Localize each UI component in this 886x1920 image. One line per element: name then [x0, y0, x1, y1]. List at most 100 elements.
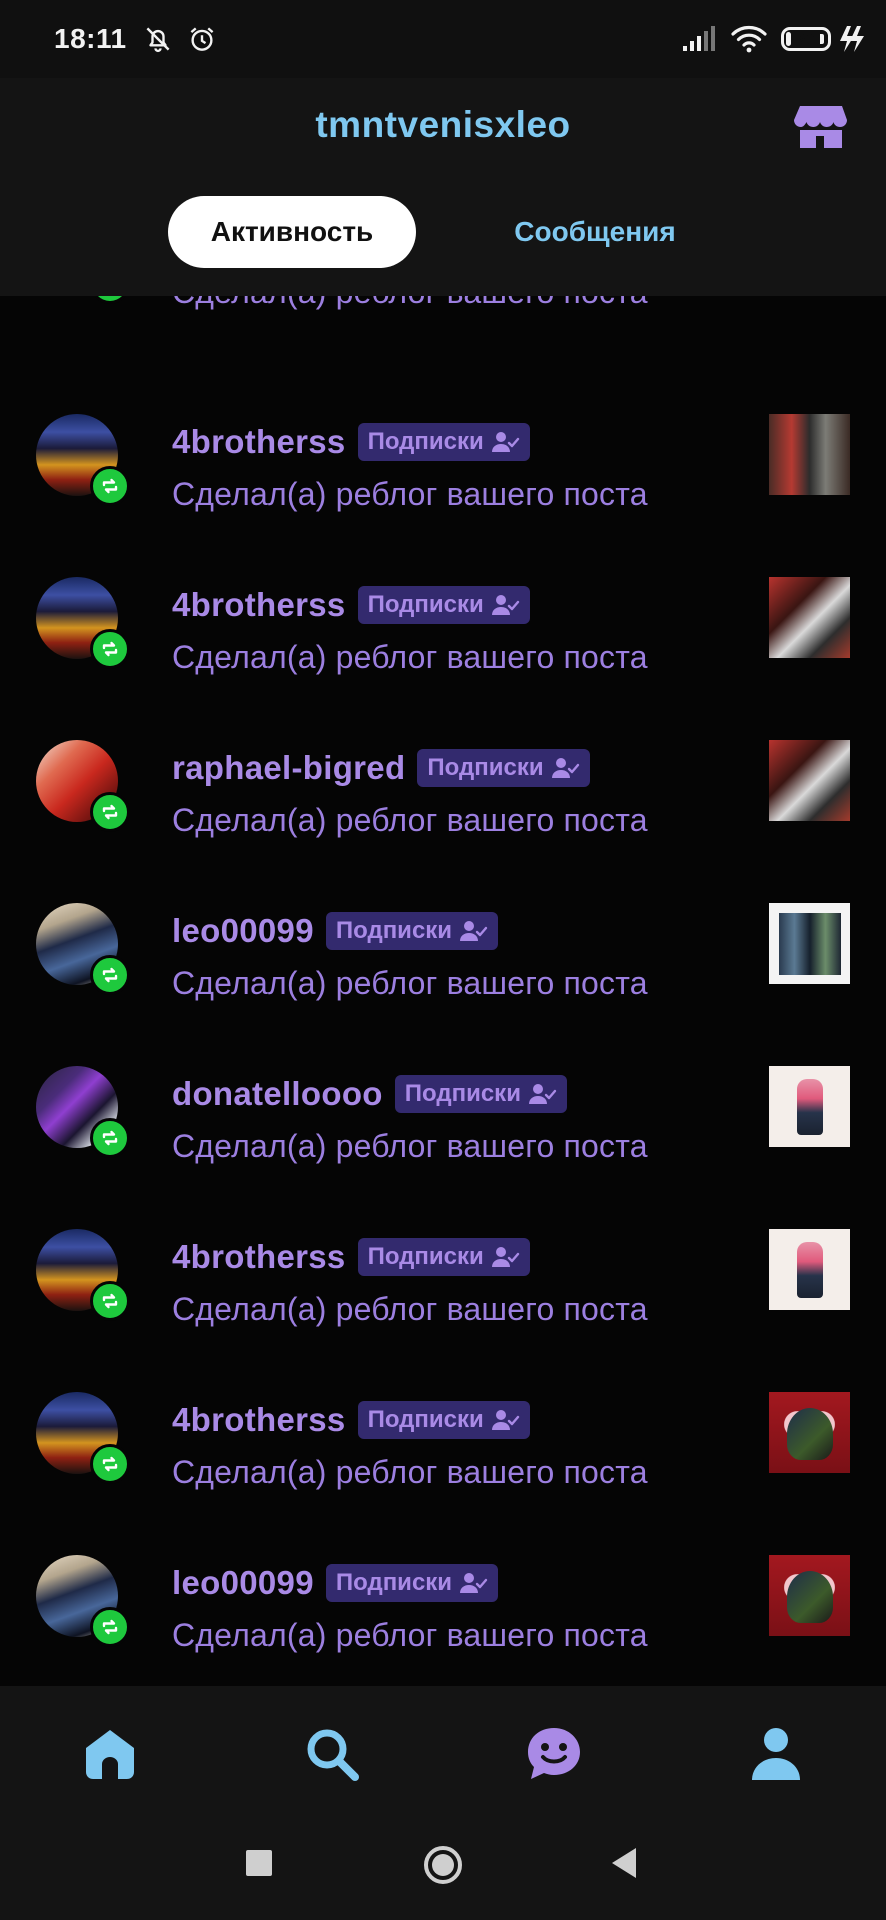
username[interactable]: 4brotherss: [172, 586, 346, 624]
alarm-icon: [190, 27, 213, 51]
following-badge: Подписки: [325, 912, 499, 950]
home-icon[interactable]: [80, 1724, 140, 1784]
mute-bell-icon: [146, 27, 170, 53]
signal-icon: [683, 26, 715, 51]
reblog-badge: [90, 1118, 130, 1158]
activity-row[interactable]: donatelloooo Подписки Сделал(а) реблог в…: [0, 1066, 886, 1228]
thumbnail-couple: [787, 1571, 833, 1623]
account-icon[interactable]: [746, 1724, 806, 1784]
activity-row[interactable]: raphael-bigred Подписки Сделал(а) реблог…: [0, 740, 886, 902]
following-badge: Подписки: [394, 1075, 567, 1113]
search-icon[interactable]: [302, 1724, 362, 1784]
username[interactable]: leo00099: [172, 1564, 314, 1602]
post-thumbnail[interactable]: [769, 577, 850, 658]
following-badge: Подписки: [357, 1238, 530, 1276]
person-check-icon: [460, 921, 488, 941]
status-bar: 18:11 20: [0, 0, 886, 78]
activity-text: Сделал(а) реблог вашего поста: [172, 1128, 648, 1164]
blog-title[interactable]: tmntvenisxleo: [0, 104, 886, 146]
reblog-icon: [102, 1456, 118, 1472]
battery-fill: [786, 32, 791, 46]
post-thumbnail[interactable]: [769, 740, 850, 821]
activity-row[interactable]: 4brotherss Подписки Сделал(а) реблог ваш…: [0, 414, 886, 576]
activity-row[interactable]: 4brotherss Подписки Сделал(а) реблог ваш…: [0, 1392, 886, 1554]
back-button[interactable]: [608, 1846, 638, 1880]
post-thumbnail[interactable]: [769, 1392, 850, 1473]
person-check-icon: [460, 1573, 488, 1593]
system-nav: [0, 1816, 886, 1920]
username[interactable]: 4brotherss: [172, 423, 346, 461]
reblog-icon: [102, 478, 118, 494]
activity-feed[interactable]: Сделал(а) реблог вашего поста 4brotherss…: [0, 250, 886, 1686]
inbox-icon[interactable]: [524, 1724, 584, 1784]
person-check-icon: [491, 595, 519, 615]
thumbnail-couple: [787, 1408, 833, 1460]
reblog-badge: [90, 792, 130, 832]
person-check-icon: [528, 1084, 557, 1104]
activity-text: Сделал(а) реблог вашего поста: [172, 639, 648, 675]
home-button[interactable]: [424, 1846, 462, 1884]
reblog-icon: [102, 1130, 118, 1146]
post-thumbnail[interactable]: [769, 1229, 850, 1310]
following-badge-label: Подписки: [367, 1243, 484, 1270]
activity-row[interactable]: leo00099 Подписки Сделал(а) реблог вашег…: [0, 1555, 886, 1686]
following-badge: Подписки: [357, 586, 530, 624]
activity-row[interactable]: leo00099 Подписки Сделал(а) реблог вашег…: [0, 903, 886, 1065]
thumbnail-figure: [796, 1078, 823, 1135]
tab-messages[interactable]: Сообщения: [470, 196, 720, 268]
following-badge-label: Подписки: [367, 1406, 484, 1433]
post-thumbnail[interactable]: [769, 414, 850, 495]
activity-text: Сделал(а) реблог вашего поста: [172, 1454, 648, 1490]
reblog-icon: [102, 804, 118, 820]
following-badge: Подписки: [357, 1401, 530, 1439]
following-badge: Подписки: [417, 749, 590, 787]
reblog-badge: [90, 629, 130, 669]
reblog-badge: [90, 1607, 130, 1647]
person-check-icon: [491, 1410, 519, 1430]
activity-row[interactable]: 4brotherss Подписки Сделал(а) реблог ваш…: [0, 1229, 886, 1391]
reblog-icon: [102, 1619, 118, 1635]
reblog-badge: [90, 466, 130, 506]
reblog-icon: [102, 967, 118, 983]
post-thumbnail[interactable]: [769, 1066, 850, 1147]
person-check-icon: [551, 758, 579, 778]
following-badge-label: Подписки: [404, 1080, 521, 1107]
header: tmntvenisxleo Активность Сообщения: [0, 78, 886, 296]
thumbnail-figure: [796, 1241, 823, 1298]
reblog-badge: [90, 1281, 130, 1321]
activity-text: Сделал(а) реблог вашего поста: [172, 965, 648, 1001]
reblog-icon: [102, 641, 118, 657]
person-check-icon: [491, 432, 519, 452]
wifi-icon: [731, 26, 767, 53]
charging-icon: [840, 26, 864, 52]
home-button-dot: [432, 1854, 454, 1876]
following-badge: Подписки: [357, 423, 530, 461]
battery-level: 20: [797, 30, 815, 48]
reblog-badge: [90, 955, 130, 995]
activity-text: Сделал(а) реблог вашего поста: [172, 476, 648, 512]
person-check-icon: [491, 1247, 519, 1267]
username[interactable]: raphael-bigred: [172, 749, 405, 787]
thumbnail-grid: [778, 912, 841, 975]
activity-row[interactable]: 4brotherss Подписки Сделал(а) реблог ваш…: [0, 577, 886, 739]
reblog-badge: [90, 1444, 130, 1484]
username[interactable]: 4brotherss: [172, 1401, 346, 1439]
activity-text: Сделал(а) реблог вашего поста: [172, 1291, 648, 1327]
username[interactable]: leo00099: [172, 912, 314, 950]
username[interactable]: 4brotherss: [172, 1238, 346, 1276]
following-badge: Подписки: [325, 1564, 499, 1602]
post-thumbnail[interactable]: [769, 903, 850, 984]
tab-activity[interactable]: Активность: [168, 196, 416, 268]
following-badge-label: Подписки: [427, 754, 544, 781]
recent-apps-button[interactable]: [246, 1850, 272, 1876]
username[interactable]: donatelloooo: [172, 1075, 383, 1113]
reblog-icon: [102, 1293, 118, 1309]
post-thumbnail[interactable]: [769, 1555, 850, 1636]
battery-icon: 20: [781, 27, 831, 51]
activity-text: Сделал(а) реблог вашего поста: [172, 802, 648, 838]
shop-icon[interactable]: [794, 98, 848, 152]
tabs: Активность Сообщения: [0, 196, 886, 270]
following-badge-label: Подписки: [367, 428, 484, 455]
bottom-nav: [0, 1686, 886, 1816]
status-time: 18:11: [54, 23, 127, 54]
